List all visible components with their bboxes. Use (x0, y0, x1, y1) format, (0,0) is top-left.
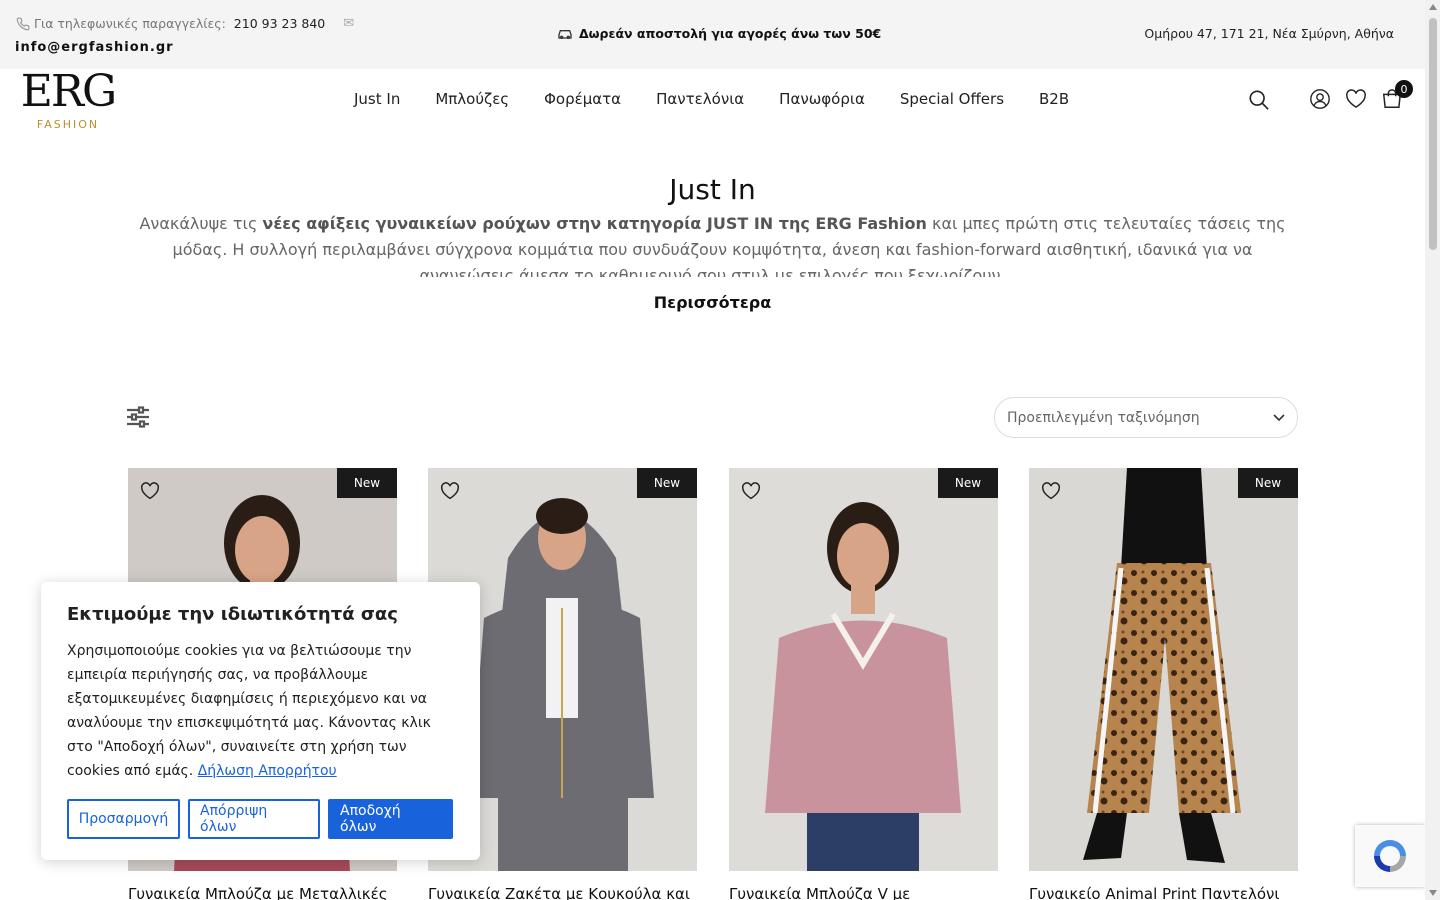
product-card[interactable]: New Γυναικεία Μπλούζα V με (729, 468, 998, 900)
filter-icon[interactable] (125, 405, 151, 429)
cookie-text: Χρησιμοποιούμε cookies για να βελτιώσουμ… (67, 639, 454, 783)
phone-info: Για τηλεφωνικές παραγγελίες: 210 93 23 8… (16, 16, 354, 31)
privacy-policy-link[interactable]: Δήλωση Απορρήτου (198, 763, 337, 779)
nav-item-blouses[interactable]: Μπλούζες (435, 90, 509, 108)
new-badge: New (337, 468, 397, 498)
scroll-up-arrow-icon[interactable] (1429, 4, 1437, 10)
heart-icon[interactable] (440, 482, 460, 502)
product-name[interactable]: Γυναικεία Ζακέτα με Κουκούλα και (428, 885, 697, 900)
car-icon (558, 29, 572, 39)
cookie-consent-dialog: Εκτιμούμε την ιδιωτικότητά σας Χρησιμοπο… (41, 582, 480, 860)
top-bar: Για τηλεφωνικές παραγγελίες: 210 93 23 8… (0, 0, 1425, 69)
recaptcha-badge[interactable] (1355, 825, 1425, 887)
cookie-buttons: Προσαρμογή Απόρριψη όλων Αποδοχή όλων (67, 799, 453, 839)
shipping-text: Δωρεάν αποστολή για αγορές άνω των 50€ (579, 26, 882, 41)
cookie-title: Εκτιμούμε την ιδιωτικότητά σας (67, 604, 398, 625)
product-name[interactable]: Γυναικεία Μπλούζα V με (729, 885, 998, 900)
new-badge: New (1238, 468, 1298, 498)
product-card[interactable]: New Γυναικείο Animal Print Παντελόνι (1029, 468, 1298, 900)
nav-item-trousers[interactable]: Παντελόνια (656, 90, 744, 108)
page-scrollbar[interactable] (1425, 0, 1440, 900)
phone-icon (16, 17, 30, 30)
nav-item-just-in[interactable]: Just In (354, 90, 400, 108)
new-badge: New (938, 468, 998, 498)
product-image[interactable]: New (1029, 468, 1298, 871)
customize-button[interactable]: Προσαρμογή (67, 799, 180, 839)
sort-value: Προεπιλεγμένη ταξινόμηση (1007, 409, 1200, 426)
site-logo[interactable]: ERG FASHION (18, 66, 118, 132)
recaptcha-icon (1374, 840, 1406, 872)
sort-select[interactable]: Προεπιλεγμένη ταξινόμηση (994, 397, 1298, 438)
product-name[interactable]: Γυναικείο Animal Print Παντελόνι (1029, 885, 1298, 900)
account-icon[interactable] (1308, 87, 1332, 111)
page-title: Just In (669, 173, 756, 206)
nav-item-special-offers[interactable]: Special Offers (900, 90, 1004, 108)
main-nav: Just In Μπλούζες Φορέματα Παντελόνια Παν… (354, 90, 1069, 108)
heart-icon[interactable] (741, 482, 761, 502)
cookie-body: Χρησιμοποιούμε cookies για να βελτιώσουμ… (67, 643, 431, 779)
heart-icon[interactable] (1041, 482, 1061, 502)
product-image[interactable]: New (729, 468, 998, 871)
logo-text: ERG (20, 66, 117, 117)
nav-item-dresses[interactable]: Φορέματα (544, 90, 621, 108)
email-link[interactable]: info@ergfashion.gr (15, 40, 174, 55)
new-badge: New (637, 468, 697, 498)
desc-start: Ανακάλυψε τις (139, 214, 263, 233)
heart-icon[interactable] (140, 482, 160, 502)
product-name[interactable]: Γυναικεία Μπλούζα με Μεταλλικές (128, 885, 397, 900)
desc-bold: νέες αφίξεις γυναικείων ρούχων στην κατη… (262, 214, 927, 233)
nav-item-outerwear[interactable]: Πανωφόρια (779, 90, 865, 108)
chevron-down-icon (1273, 410, 1285, 426)
shipping-notice: Δωρεάν αποστολή για αγορές άνω των 50€ (557, 26, 881, 41)
mail-icon[interactable]: ✉ (343, 16, 354, 31)
category-description: Ανακάλυψε τις νέες αφίξεις γυναικείων ρο… (136, 211, 1289, 277)
phone-number[interactable]: 210 93 23 840 (234, 16, 325, 31)
scroll-down-arrow-icon[interactable] (1429, 890, 1437, 896)
nav-item-b2b[interactable]: B2B (1039, 90, 1069, 108)
scroll-thumb[interactable] (1429, 18, 1437, 250)
accept-all-button[interactable]: Αποδοχή όλων (328, 799, 453, 839)
logo-subtext: FASHION (36, 118, 100, 131)
wishlist-icon[interactable] (1344, 87, 1368, 111)
cart-count-badge: 0 (1395, 80, 1413, 98)
search-icon[interactable] (1247, 88, 1271, 112)
phone-label: Για τηλεφωνικές παραγγελίες: (34, 16, 226, 31)
reject-all-button[interactable]: Απόρριψη όλων (188, 799, 320, 839)
read-more-link[interactable]: Περισσότερα (0, 293, 1425, 312)
store-address: Ομήρου 47, 171 21, Νέα Σμύρνη, Αθήνα (1144, 26, 1394, 41)
